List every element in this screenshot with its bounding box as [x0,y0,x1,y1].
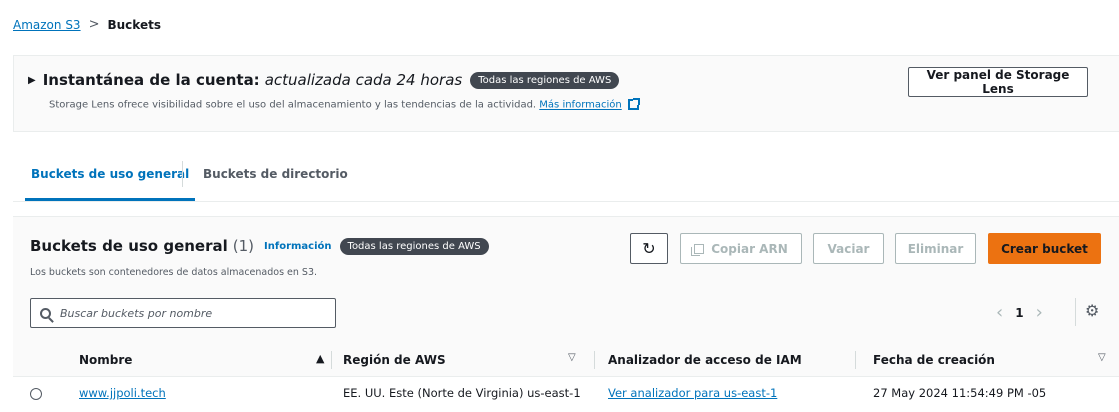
refresh-button[interactable]: ↻ [630,233,668,264]
tab-divider [182,161,183,187]
panel-description: Los buckets son contenedores de datos al… [30,267,318,278]
bucket-region: EE. UU. Este (Norte de Virginia) us-east… [343,386,581,400]
regions-badge: Todas las regiones de AWS [339,237,489,255]
tab-general-purpose[interactable]: Buckets de uso general [25,155,196,201]
snapshot-header[interactable]: ▶ Instantánea de la cuenta: actualizada … [28,71,620,89]
panel-header: Buckets de uso general (1) Información T… [13,217,1119,343]
snapshot-description-text: Storage Lens ofrece visibilidad sobre el… [49,99,537,111]
empty-button[interactable]: Vaciar [813,233,884,264]
view-analyzer-link[interactable]: Ver analizador para us-east-1 [608,386,777,400]
tab-directory[interactable]: Buckets de directorio [197,155,354,201]
pagination: ‹ 1 › [996,302,1043,323]
breadcrumb: Amazon S3 > Buckets [13,17,161,32]
copy-icon [691,243,705,256]
sort-toggle-icon[interactable]: ▽ [568,352,576,363]
table-header: Nombre ▲ Región de AWS ▽ Analizador de a… [13,343,1119,377]
column-name[interactable]: Nombre [79,353,132,367]
buckets-panel: Buckets de uso general (1) Información T… [13,216,1119,412]
view-storage-lens-button[interactable]: Ver panel de Storage Lens [908,67,1088,97]
breadcrumb-amazon-s3[interactable]: Amazon S3 [13,18,81,32]
more-info-link[interactable]: Más información [539,100,621,111]
column-region[interactable]: Región de AWS [343,353,446,367]
next-page-icon[interactable]: › [1036,302,1043,323]
chevron-right-icon: > [88,17,100,32]
breadcrumb-current: Buckets [107,17,161,32]
sort-ascending-icon[interactable]: ▲ [316,352,324,365]
column-divider [594,351,595,369]
create-bucket-button[interactable]: Crear bucket [988,233,1101,264]
expand-caret-icon[interactable]: ▶ [28,75,36,86]
sort-toggle-icon[interactable]: ▽ [1098,352,1106,363]
delete-button[interactable]: Eliminar [895,233,976,264]
search-input[interactable] [60,306,320,320]
account-snapshot-panel: ▶ Instantánea de la cuenta: actualizada … [13,55,1119,132]
pager-divider [1075,298,1076,326]
column-creation-date[interactable]: Fecha de creación [873,353,995,367]
snapshot-description: Storage Lens ofrece visibilidad sobre el… [49,98,640,111]
row-select-radio[interactable] [30,388,42,400]
panel-title-text: Buckets de uso general [30,237,228,255]
snapshot-title: Instantánea de la cuenta: [42,71,260,89]
previous-page-icon[interactable]: ‹ [996,302,1003,323]
search-box[interactable] [30,298,336,328]
current-page[interactable]: 1 [1015,306,1023,320]
panel-title: Buckets de uso general (1) Información T… [30,237,489,255]
copy-arn-button[interactable]: Copiar ARN [680,233,802,264]
bucket-name-link[interactable]: www.jjpoli.tech [79,386,166,400]
bucket-tabs: Buckets de uso general Buckets de direct… [13,155,1119,202]
bucket-count: (1) [232,237,255,255]
gear-icon[interactable]: ⚙ [1085,301,1099,320]
refresh-icon: ↻ [642,239,656,258]
column-divider [855,351,856,369]
column-iam-analyzer[interactable]: Analizador de acceso de IAM [608,353,802,367]
snapshot-subtitle: actualizada cada 24 horas [264,71,463,89]
regions-badge: Todas las regiones de AWS [470,71,620,89]
search-icon [40,307,51,319]
column-divider [331,351,332,369]
info-link[interactable]: Información [264,241,332,252]
bucket-creation-date: 27 May 2024 11:54:49 PM -05 [873,386,1047,400]
table-row: www.jjpoli.tech EE. UU. Este (Norte de V… [13,379,1119,407]
copy-arn-label: Copiar ARN [711,241,788,256]
external-link-icon [627,98,640,110]
